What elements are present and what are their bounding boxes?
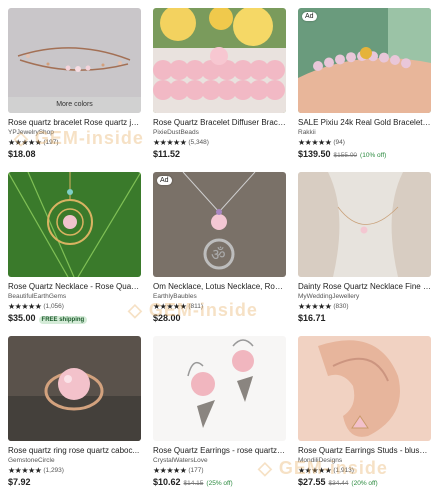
product-image[interactable]: Ad	[298, 8, 431, 113]
rating: ★★★★★ (1,293)	[8, 466, 141, 475]
product-card[interactable]: Rose Quartz Bracelet Diffuser Brace... P…	[153, 8, 286, 172]
product-image[interactable]	[153, 336, 286, 441]
price: $10.62	[153, 477, 181, 487]
price: $18.08	[8, 149, 36, 159]
rating: ★★★★★ (94)	[298, 138, 431, 147]
star-icons: ★★★★★	[153, 302, 187, 311]
shop-name[interactable]: PixieDustBeads	[153, 129, 286, 136]
review-count: (830)	[333, 303, 349, 310]
product-title[interactable]: Om Necklace, Lotus Necklace, Rose...	[153, 282, 286, 291]
shop-name[interactable]: YPJewelryShop	[8, 129, 141, 136]
free-shipping-badge: FREE shipping	[38, 316, 88, 324]
product-image[interactable]: More colors	[8, 8, 141, 113]
shop-name[interactable]: MyWeddingJewellery	[298, 293, 431, 300]
star-icons: ★★★★★	[298, 138, 332, 147]
star-icons: ★★★★★	[8, 466, 42, 475]
product-card[interactable]: Ad SALE Pixiu 24k Real Gold Bracelet/R..…	[298, 8, 431, 172]
price: $35.00	[8, 313, 36, 323]
discount: (25% off)	[206, 480, 233, 487]
ad-badge: Ad	[302, 12, 317, 21]
product-image[interactable]	[8, 336, 141, 441]
star-icons: ★★★★★	[153, 138, 187, 147]
product-card[interactable]: Rose Quartz Earrings - rose quartz j... …	[153, 336, 286, 500]
shop-name[interactable]: GemstoneCircle	[8, 457, 141, 464]
shop-name[interactable]: BeautifulEarthGems	[8, 293, 141, 300]
price-row: $28.00	[153, 313, 286, 323]
star-icons: ★★★★★	[298, 302, 332, 311]
rating: ★★★★★ (177)	[153, 466, 286, 475]
rating: ★★★★★ (1,913)	[298, 466, 431, 475]
product-card[interactable]: Rose Quartz Necklace - Rose Quart... Bea…	[8, 172, 141, 336]
price-row: $139.50 $155.00 (10% off)	[298, 149, 431, 159]
price-row: $35.00 FREE shipping	[8, 313, 141, 324]
price-row: $18.08	[8, 149, 141, 159]
rating: ★★★★★ (197)	[8, 138, 141, 147]
product-title[interactable]: Rose Quartz Earrings Studs - blush ...	[298, 446, 431, 455]
shop-name[interactable]: CrystalWatersLove	[153, 457, 286, 464]
price-row: $10.62 $14.15 (25% off)	[153, 477, 286, 487]
discount: (10% off)	[360, 152, 387, 159]
price: $11.52	[153, 149, 181, 159]
product-grid: More colors Rose quartz bracelet Rose qu…	[8, 8, 432, 500]
product-title[interactable]: Rose Quartz Necklace - Rose Quart...	[8, 282, 141, 291]
discount: (20% off)	[351, 480, 378, 487]
product-title[interactable]: SALE Pixiu 24k Real Gold Bracelet/R...	[298, 118, 431, 127]
price: $28.00	[153, 313, 181, 323]
rating: ★★★★★ (830)	[298, 302, 431, 311]
price-row: $11.52	[153, 149, 286, 159]
product-image[interactable]	[8, 172, 141, 277]
original-price: $14.15	[183, 480, 204, 487]
original-price: $155.00	[333, 152, 358, 159]
star-icons: ★★★★★	[298, 466, 332, 475]
review-count: (811)	[188, 303, 204, 310]
star-icons: ★★★★★	[153, 466, 187, 475]
product-card[interactable]: ॐ Ad Om Necklace, Lotus Necklace, Rose..…	[153, 172, 286, 336]
price-row: $27.55 $34.44 (20% off)	[298, 477, 431, 487]
review-count: (177)	[188, 467, 204, 474]
price: $27.55	[298, 477, 326, 487]
price-row: $16.71	[298, 313, 431, 323]
more-colors-label[interactable]: More colors	[8, 97, 141, 113]
product-card[interactable]: Dainty Rose Quartz Necklace Fine C... My…	[298, 172, 431, 336]
product-image[interactable]	[298, 336, 431, 441]
price: $7.92	[8, 477, 31, 487]
product-card[interactable]: Rose quartz ring rose quartz caboc... Ge…	[8, 336, 141, 500]
review-count: (1,293)	[43, 467, 64, 474]
original-price: $34.44	[328, 480, 349, 487]
review-count: (1,056)	[43, 303, 64, 310]
product-title[interactable]: Rose quartz ring rose quartz caboc...	[8, 446, 141, 455]
ad-badge: Ad	[157, 176, 172, 185]
price: $139.50	[298, 149, 331, 159]
product-card[interactable]: More colors Rose quartz bracelet Rose qu…	[8, 8, 141, 172]
product-image[interactable]	[298, 172, 431, 277]
shop-name[interactable]: Rakkii	[298, 129, 431, 136]
product-title[interactable]: Rose Quartz Bracelet Diffuser Brace...	[153, 118, 286, 127]
star-icons: ★★★★★	[8, 138, 42, 147]
product-title[interactable]: Rose Quartz Earrings - rose quartz j...	[153, 446, 286, 455]
price: $16.71	[298, 313, 326, 323]
product-title[interactable]: Rose quartz bracelet Rose quartz je...	[8, 118, 141, 127]
shop-name[interactable]: MondiliDesigns	[298, 457, 431, 464]
product-title[interactable]: Dainty Rose Quartz Necklace Fine C...	[298, 282, 431, 291]
review-count: (94)	[333, 139, 345, 146]
review-count: (197)	[43, 139, 59, 146]
star-icons: ★★★★★	[8, 302, 42, 311]
product-image[interactable]	[153, 8, 286, 113]
rating: ★★★★★ (5,348)	[153, 138, 286, 147]
shop-name[interactable]: EarthlyBaubles	[153, 293, 286, 300]
rating: ★★★★★ (811)	[153, 302, 286, 311]
price-row: $7.92	[8, 477, 141, 487]
svg-text:ॐ: ॐ	[211, 246, 226, 264]
review-count: (5,348)	[188, 139, 209, 146]
product-image[interactable]: ॐ Ad	[153, 172, 286, 277]
rating: ★★★★★ (1,056)	[8, 302, 141, 311]
product-card[interactable]: Rose Quartz Earrings Studs - blush ... M…	[298, 336, 431, 500]
review-count: (1,913)	[333, 467, 354, 474]
